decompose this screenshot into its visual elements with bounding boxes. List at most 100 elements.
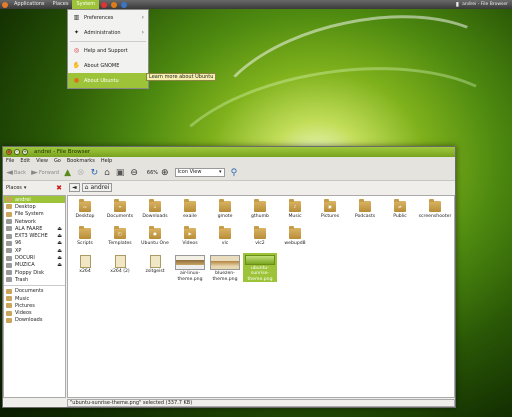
file-label: ubuntu-sunrise-theme.png [243, 266, 277, 282]
eject-icon[interactable]: ⏏ [57, 233, 62, 239]
menu-item-about-ubuntu[interactable]: ● About Ubuntu [68, 73, 148, 88]
sidebar-bookmark[interactable]: Downloads [4, 317, 65, 324]
sidebar-bookmark[interactable]: Pictures [4, 302, 65, 309]
stop-button[interactable]: ⊗ [77, 168, 86, 178]
sidebar-item[interactable]: File System [4, 211, 65, 218]
search-button[interactable]: ⚲ [231, 168, 239, 178]
folder-icon [6, 211, 12, 217]
system-menu[interactable]: System [72, 0, 100, 9]
folder-icon [6, 303, 12, 309]
file-item[interactable]: ubuntu-sunrise-theme.png [243, 252, 277, 282]
firefox-launcher-icon[interactable] [111, 1, 118, 8]
file-item[interactable]: vlc2 [243, 226, 277, 255]
file-item[interactable]: webupd8 [278, 226, 312, 255]
file-item[interactable]: exaile [173, 199, 207, 228]
file-label: gmote [217, 214, 233, 219]
minimize-window-button[interactable]: - [14, 149, 20, 155]
sidebar-item[interactable]: andrei [4, 196, 65, 204]
places-selector[interactable]: Places ▾ ✖ [3, 181, 65, 194]
zoom-out-button[interactable]: ⊖ [130, 168, 139, 178]
eject-icon[interactable]: ⏏ [57, 262, 62, 268]
sidebar-item[interactable]: Floppy Disk [4, 269, 65, 276]
sidebar-item[interactable]: ALA FAARE ⏏ [4, 225, 65, 232]
eject-icon[interactable]: ⏏ [57, 240, 62, 246]
taskbar-window-title[interactable]: andrei - File Browser [462, 2, 508, 7]
menu-item-administration[interactable]: ✦ Administration › [68, 25, 148, 40]
ubuntu-logo-icon[interactable] [2, 1, 8, 8]
places-menu[interactable]: Places [49, 0, 73, 9]
reload-button[interactable]: ↻ [91, 168, 100, 178]
menu-view[interactable]: View [36, 158, 48, 164]
file-item[interactable]: air-linux-theme.png [173, 255, 207, 282]
thunderbird-launcher-icon[interactable] [121, 1, 128, 8]
file-item[interactable]: ⇄ Public [383, 199, 417, 228]
file-item[interactable]: x264 [68, 255, 102, 282]
file-item[interactable]: vlc [208, 226, 242, 255]
maximize-window-button[interactable]: + [22, 149, 28, 155]
folder-icon [6, 317, 12, 323]
file-item[interactable]: ▭ Desktop [68, 199, 102, 228]
file-item[interactable]: x264 (2) [103, 255, 137, 282]
help-launcher-icon[interactable] [101, 1, 108, 8]
file-item[interactable]: ◰ Templates [103, 226, 137, 255]
up-button[interactable]: ▲ [64, 168, 72, 178]
menu-item-help-and-support[interactable]: ◎ Help and Support [68, 43, 148, 58]
sidebar-bookmark[interactable]: Music [4, 295, 65, 302]
home-button[interactable]: ⌂ [104, 168, 111, 178]
menu-edit[interactable]: Edit [20, 158, 30, 164]
image-thumbnail [210, 255, 240, 271]
sidebar-item[interactable]: Network [4, 218, 65, 225]
menu-bookmarks[interactable]: Bookmarks [67, 158, 95, 164]
file-item[interactable]: gmote [208, 199, 242, 228]
file-icon-view[interactable]: ▭ Desktop ≡ Documents ↓ Downloads exaile gmote g… [67, 195, 455, 398]
file-item[interactable]: gthumb [243, 199, 277, 228]
file-label: Public [393, 214, 407, 219]
file-item[interactable]: ▣ Pictures [313, 199, 347, 228]
computer-button[interactable]: ▣ [116, 168, 126, 178]
file-item[interactable]: ● Ubuntu One [138, 226, 172, 255]
file-item[interactable]: ▶ Videos [173, 226, 207, 255]
view-mode-select[interactable]: Icon View [174, 168, 225, 177]
file-item[interactable]: ↓ Downloads [138, 199, 172, 228]
file-item[interactable]: bluezen-theme.png [208, 255, 242, 282]
sidebar-item[interactable]: EXT3 WECHE ⏏ [4, 232, 65, 239]
close-window-button[interactable]: × [6, 149, 12, 155]
sidebar-item[interactable]: DOCURI ⏏ [4, 254, 65, 261]
applications-menu[interactable]: Applications [10, 0, 49, 9]
sidebar-item[interactable]: MUZICA ⏏ [4, 262, 65, 269]
sidebar-item[interactable]: Trash [4, 276, 65, 283]
zoom-out-icon: ⊖ [130, 167, 138, 178]
battery-icon[interactable]: ▮ [456, 1, 459, 8]
path-segment-home[interactable]: ⌂ andrei [81, 183, 113, 192]
file-item[interactable]: Scripts [68, 226, 102, 255]
file-item[interactable]: zsitgeist [138, 255, 172, 282]
menu-help[interactable]: Help [101, 158, 112, 164]
menu-item-about-gnome[interactable]: ✋ About GNOME [68, 58, 148, 73]
preferences-icon: ▥ [73, 14, 80, 21]
forward-button[interactable]: ► Forward [31, 168, 59, 178]
file-label: x264 [79, 269, 91, 274]
eject-icon[interactable]: ⏏ [57, 226, 62, 232]
window-titlebar[interactable]: × - + andrei - File Browser [3, 147, 455, 157]
drive-icon [6, 233, 12, 239]
folder-icon [6, 197, 12, 203]
menu-go[interactable]: Go [54, 158, 61, 164]
path-left-button[interactable]: ◄ [69, 183, 80, 192]
reload-icon: ↻ [90, 167, 99, 178]
sidebar-bookmark[interactable]: Documents [4, 288, 65, 295]
file-item[interactable]: ♪ Music [278, 199, 312, 228]
sidebar-item[interactable]: 96 ⏏ [4, 240, 65, 247]
menu-item-preferences[interactable]: ▥ Preferences › [68, 10, 148, 25]
file-item[interactable]: screenshooter [418, 199, 452, 228]
zoom-in-button[interactable]: ⊕ [161, 168, 170, 178]
eject-icon[interactable]: ⏏ [57, 255, 62, 261]
file-item[interactable]: ≡ Documents [103, 199, 137, 228]
sidebar-item[interactable]: XP ⏏ [4, 247, 65, 254]
menu-file[interactable]: File [6, 158, 14, 164]
back-button[interactable]: ◄ Back [6, 168, 26, 178]
close-sidebar-button[interactable]: ✖ [56, 184, 62, 192]
file-item[interactable]: Podcasts [348, 199, 382, 228]
sidebar-item[interactable]: Desktop [4, 203, 65, 210]
sidebar-bookmark[interactable]: Videos [4, 309, 65, 316]
eject-icon[interactable]: ⏏ [57, 248, 62, 254]
